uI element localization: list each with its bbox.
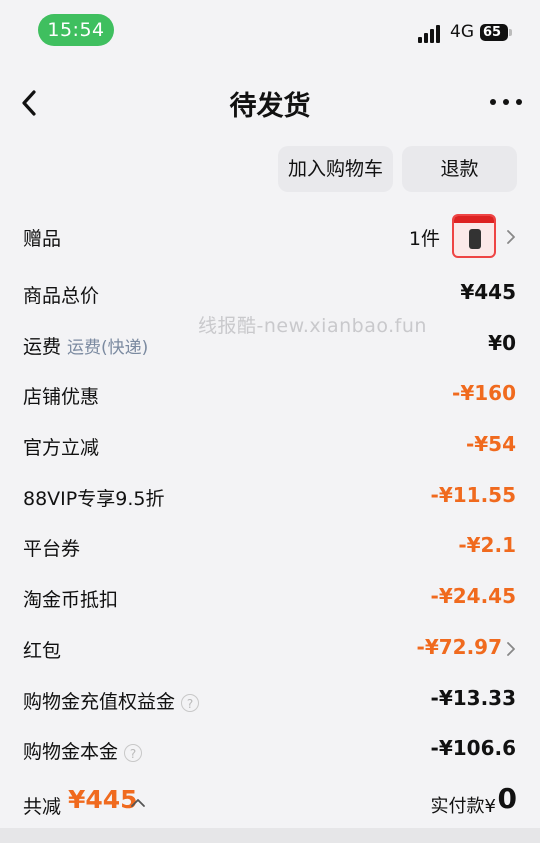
bottom-strip xyxy=(0,828,540,843)
official-discount-value: -¥54 xyxy=(465,432,516,456)
status-bar: 15:54 4G 65 xyxy=(0,0,540,60)
total-reduction-value: ¥445 xyxy=(68,785,138,814)
credit-bonus-value: -¥13.33 xyxy=(430,686,516,710)
shipping-row: 运费 运费(快递) ¥0 xyxy=(0,326,540,366)
signal-icon xyxy=(418,25,442,43)
refund-button[interactable]: 退款 xyxy=(402,146,517,192)
gift-label: 赠品 xyxy=(23,228,62,250)
coins-label: 淘金币抵扣 xyxy=(23,589,119,611)
question-circle-icon[interactable]: ? xyxy=(181,693,200,712)
vip-discount-row: 88VIP专享9.5折 -¥11.55 xyxy=(0,478,540,518)
shipping-sub-label: 运费(快递) xyxy=(67,338,149,358)
coins-value: -¥24.45 xyxy=(430,584,516,608)
platform-coupon-label: 平台券 xyxy=(23,538,81,560)
official-discount-row: 官方立减 -¥54 xyxy=(0,427,540,467)
nav-bar: 待发货 xyxy=(0,72,540,134)
gift-row[interactable]: 赠品 1件 xyxy=(0,214,540,258)
store-discount-row: 店铺优惠 -¥160 xyxy=(0,376,540,416)
vip-discount-label: 88VIP专享9.5折 xyxy=(23,488,165,510)
vip-discount-value: -¥11.55 xyxy=(430,483,516,507)
coins-row: 淘金币抵扣 -¥24.45 xyxy=(0,579,540,619)
credit-principal-label: 购物金本金 xyxy=(23,741,119,763)
summary-footer: 共减 ¥445 实付款¥ 0 xyxy=(0,782,540,824)
more-icon[interactable] xyxy=(488,92,524,112)
shipping-label: 运费 xyxy=(23,336,62,358)
network-type: 4G xyxy=(450,22,474,42)
platform-coupon-value: -¥2.1 xyxy=(458,533,516,557)
official-discount-label: 官方立减 xyxy=(23,437,100,459)
pay-amount-value: 0 xyxy=(497,782,517,815)
status-time: 15:54 xyxy=(38,14,114,46)
chevron-right-icon[interactable] xyxy=(505,228,517,246)
battery-icon: 65 xyxy=(480,24,508,41)
battery-tip xyxy=(509,29,512,36)
platform-coupon-row: 平台券 -¥2.1 xyxy=(0,528,540,568)
chevron-up-icon[interactable] xyxy=(130,796,146,808)
total-price-row: 商品总价 ¥445 xyxy=(0,275,540,315)
store-discount-value: -¥160 xyxy=(452,381,516,405)
shipping-value: ¥0 xyxy=(488,331,516,355)
credit-principal-value: -¥106.6 xyxy=(430,736,516,760)
total-price-label: 商品总价 xyxy=(23,285,100,307)
red-packet-label: 红包 xyxy=(23,640,62,662)
total-reduction-label: 共减 xyxy=(23,796,62,818)
question-circle-icon[interactable]: ? xyxy=(124,743,143,762)
credit-bonus-row: 购物金充值权益金? -¥13.33 xyxy=(0,681,540,721)
gift-count: 1件 xyxy=(408,228,440,250)
red-packet-row[interactable]: 红包 -¥72.97 xyxy=(0,630,540,670)
gift-thumbnail[interactable] xyxy=(452,214,496,258)
chevron-right-icon[interactable] xyxy=(505,640,517,658)
pay-amount-label: 实付款¥ xyxy=(430,796,496,817)
credit-principal-row: 购物金本金? -¥106.6 xyxy=(0,731,540,771)
add-to-cart-button[interactable]: 加入购物车 xyxy=(278,146,393,192)
page-title: 待发货 xyxy=(229,91,311,122)
red-packet-value: -¥72.97 xyxy=(416,635,502,659)
store-discount-label: 店铺优惠 xyxy=(23,386,100,408)
total-price-value: ¥445 xyxy=(460,280,516,304)
credit-bonus-label: 购物金充值权益金 xyxy=(23,691,176,713)
